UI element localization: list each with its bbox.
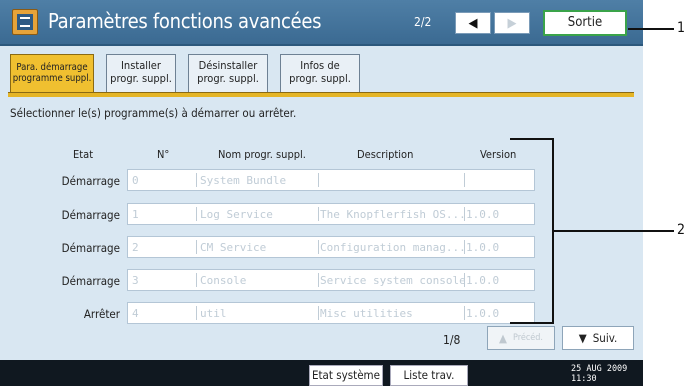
- tab-startup-settings[interactable]: Para. démarrage programme suppl.: [10, 54, 94, 92]
- screen: Paramètres fonctions avancées 2/2 ◀ ▶ So…: [0, 0, 643, 386]
- table-row[interactable]: 2 CM Service Configuration manag... 1.0.…: [127, 236, 535, 258]
- list-page-indicator: 1/8: [443, 333, 461, 347]
- cell-number: 0: [132, 174, 139, 187]
- column-separator: [196, 240, 197, 254]
- tab-label-line1: Para. démarrage: [16, 62, 88, 73]
- cell-number: 1: [132, 208, 139, 221]
- column-header-description: Description: [357, 148, 414, 161]
- column-separator: [464, 273, 465, 287]
- status-bar: Etat système Liste trav. 25 AUG 2009 11:…: [0, 360, 643, 386]
- cell-number: 2: [132, 241, 139, 254]
- job-list-button[interactable]: Liste trav.: [390, 365, 468, 386]
- previous-button[interactable]: ▲ Précéd.: [487, 326, 555, 350]
- prev-page-button[interactable]: ◀: [455, 12, 491, 34]
- table-row[interactable]: 3 Console Service system console 1.0.0: [127, 269, 535, 291]
- column-separator: [196, 273, 197, 287]
- tab-underline: [8, 92, 634, 97]
- date-text: 25 AUG 2009: [571, 364, 628, 374]
- cell-name: System Bundle: [200, 174, 287, 187]
- callout-number-1: 1: [677, 20, 685, 36]
- time-text: 11:30: [571, 374, 597, 384]
- cell-description: Configuration manag...: [320, 241, 464, 254]
- cell-name: CM Service: [200, 241, 267, 254]
- column-separator: [464, 207, 465, 221]
- previous-label: Précéd.: [512, 333, 543, 343]
- cell-version: 1.0.0: [466, 307, 500, 320]
- tab-uninstall[interactable]: Désinstaller progr. suppl.: [188, 54, 268, 92]
- callout-line-2: [554, 230, 674, 232]
- tab-label-line1: Infos de: [300, 59, 340, 72]
- column-header-version: Version: [480, 148, 517, 161]
- down-triangle-icon: ▼: [578, 331, 587, 345]
- column-separator: [464, 240, 465, 254]
- cell-description: Misc utilities: [320, 307, 413, 320]
- page-indicator: 2/2: [414, 15, 432, 29]
- next-page-button[interactable]: ▶: [494, 12, 530, 34]
- column-separator: [318, 273, 319, 287]
- right-triangle-icon: ▶: [507, 15, 517, 31]
- next-button[interactable]: ▼ Suiv.: [562, 326, 634, 350]
- left-triangle-icon: ◀: [468, 15, 478, 31]
- column-separator: [318, 207, 319, 221]
- tab-label-line2: programme suppl.: [12, 73, 92, 84]
- cell-description: The Knopflerfish OS...: [320, 208, 464, 221]
- page-title: Paramètres fonctions avancées: [48, 9, 322, 33]
- column-separator: [196, 306, 197, 320]
- cell-name: util: [200, 307, 227, 320]
- callout-bracket-top: [510, 138, 554, 140]
- row-state: Démarrage: [61, 241, 120, 255]
- column-separator: [318, 306, 319, 320]
- settings-app-icon: [12, 9, 38, 35]
- up-triangle-icon: ▲: [499, 331, 507, 345]
- row-state: Démarrage: [61, 274, 120, 288]
- row-state: Démarrage: [61, 208, 120, 222]
- tab-install[interactable]: Installer progr. suppl.: [106, 54, 176, 92]
- column-separator: [318, 240, 319, 254]
- column-separator: [464, 306, 465, 320]
- cell-version: 1.0.0: [466, 208, 500, 221]
- cell-description: Service system console: [320, 274, 464, 287]
- cell-name: Log Service: [200, 208, 273, 221]
- column-header-state: Etat: [73, 148, 94, 161]
- cell-number: 4: [132, 307, 139, 320]
- table-row[interactable]: 0 System Bundle: [127, 169, 535, 191]
- row-state: Démarrage: [61, 174, 120, 188]
- column-separator: [318, 173, 319, 187]
- tab-label-line2: progr. suppl.: [289, 72, 351, 85]
- cell-number: 3: [132, 274, 139, 287]
- cell-version: 1.0.0: [466, 274, 500, 287]
- tab-label-line1: Installer: [121, 59, 161, 72]
- column-header-name: Nom progr. suppl.: [218, 148, 306, 161]
- next-label: Suiv.: [592, 331, 618, 345]
- row-state: Arrêter: [83, 307, 120, 321]
- tab-info[interactable]: Infos de progr. suppl.: [280, 54, 360, 92]
- callout-line-1: [628, 28, 674, 30]
- system-status-button[interactable]: Etat système: [309, 365, 383, 386]
- column-header-number: N°: [157, 148, 170, 161]
- callout-bracket-bottom: [510, 322, 554, 324]
- table-row[interactable]: 4 util Misc utilities 1.0.0: [127, 302, 535, 324]
- column-separator: [196, 207, 197, 221]
- tab-label-line2: progr. suppl.: [110, 72, 172, 85]
- tab-label-line1: Désinstaller: [198, 59, 258, 72]
- column-separator: [464, 173, 465, 187]
- date-time-display: 25 AUG 2009 11:30: [571, 364, 627, 384]
- callout-number-2: 2: [677, 222, 685, 238]
- tab-label-line2: progr. suppl.: [197, 72, 259, 85]
- table-row[interactable]: 1 Log Service The Knopflerfish OS... 1.0…: [127, 203, 535, 225]
- title-bar: Paramètres fonctions avancées 2/2 ◀ ▶ So…: [0, 0, 643, 46]
- column-separator: [196, 173, 197, 187]
- cell-version: 1.0.0: [466, 241, 500, 254]
- cell-name: Console: [200, 274, 247, 287]
- instruction-text: Sélectionner le(s) programme(s) à démarr…: [10, 106, 297, 120]
- exit-button[interactable]: Sortie: [543, 10, 627, 36]
